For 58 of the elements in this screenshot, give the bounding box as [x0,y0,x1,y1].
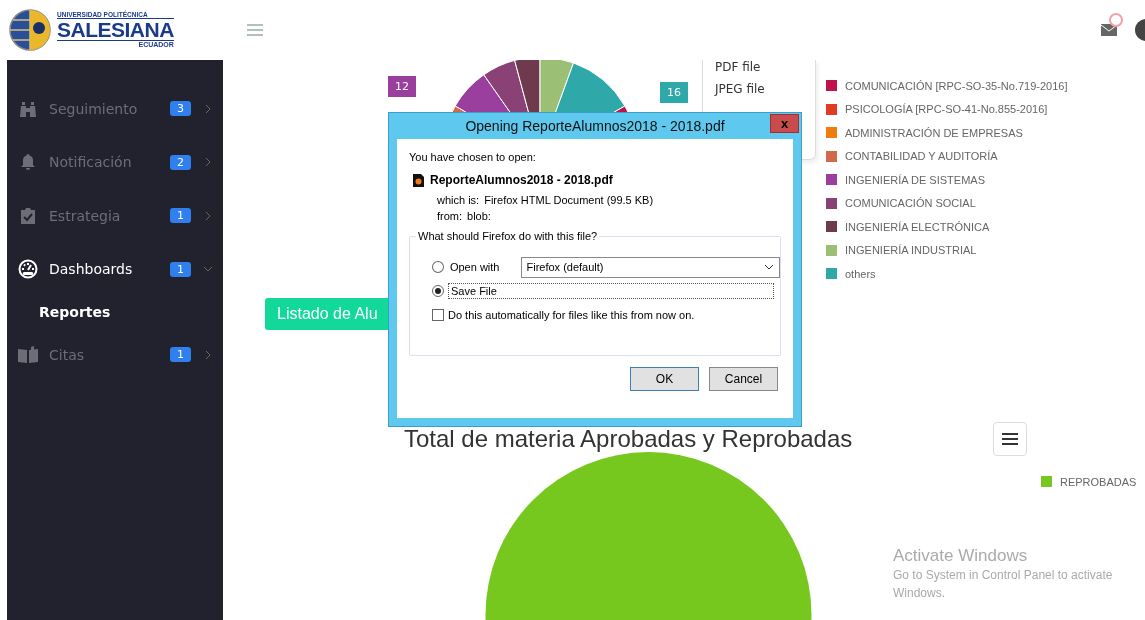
option-label[interactable]: Open with [447,260,502,274]
legend-item[interactable]: INGENIERÍA INDUSTRIAL [826,238,1068,262]
legend-item[interactable]: COMUNICACIÓN [RPC-SO-35-No.719-2016] [826,74,1068,98]
count-badge: 2 [170,154,191,170]
sidebar-item[interactable]: Dashboards 1 [7,242,223,296]
legend-item[interactable]: CONTABILIDAD Y AUDITORÍA [826,144,1068,168]
sidebar-item[interactable]: Citas 1 [7,328,223,382]
file-icon [413,173,424,187]
notice-title: Activate Windows [893,546,1029,566]
legend-item[interactable]: ADMINISTRACIÓN DE EMPRESAS [826,121,1068,145]
app-dropdown[interactable]: Firefox (default) [521,256,780,278]
radio-button[interactable] [432,285,444,297]
field-label: which is: [437,194,480,206]
menu-item[interactable]: JPEG file [715,82,815,96]
dialog-title: Opening ReporteAlumnos2018 - 2018.pdf [465,118,725,134]
option-label[interactable]: Save File [448,283,774,299]
count-badge: 3 [170,101,191,117]
sidebar-subitem[interactable]: Reportes [7,296,223,328]
legend-item[interactable]: INGENIERÍA ELECTRÓNICA [826,215,1068,239]
menu-item[interactable]: PDF file [715,60,815,74]
dialog-button[interactable]: OK [630,367,699,391]
count-badge: 1 [170,261,191,277]
bell-icon [19,153,37,172]
menu-icon [1002,433,1018,445]
legend-item[interactable]: PSICOLOGÍA [RPC-SO-41-No.855-2016] [826,97,1068,121]
count-badge: 1 [170,347,191,363]
checkbox[interactable] [432,309,444,321]
group-label: What should Firefox do with this file? [416,230,600,242]
sidebar-item[interactable]: Seguimiento 3 [7,82,223,136]
gauge-icon [18,259,38,280]
legend-item[interactable]: COMUNICACIÓN SOCIAL [826,191,1068,215]
file-name: ReporteAlumnos2018 - 2018.pdf [430,173,613,187]
clipboard-check-icon [19,206,37,225]
chart-title: Total de materia Aprobadas y Reprobadas [404,425,853,453]
binoculars-icon [19,99,37,118]
field-value: Firefox HTML Document (99.5 KB) [484,194,654,206]
legend-item[interactable]: INGENIERÍA DE SISTEMAS [826,168,1068,192]
count-badge: 1 [170,208,191,224]
data-label: 16 [660,82,688,103]
mail-icon[interactable] [1101,21,1117,36]
legend-item[interactable]: others [826,262,1068,286]
sidebar-item[interactable]: Estrategia 1 [7,189,223,243]
dialog-text: You have chosen to open: [409,151,537,163]
chart-menu-button[interactable] [993,422,1027,456]
sidebar-item[interactable]: Notificación 2 [7,135,223,189]
logo-text: SALESIANA [57,19,174,41]
caret-icon [765,264,773,270]
notice-text: Go to System in Control Panel to activate Windows. [893,567,1113,602]
close-button[interactable]: x [770,114,799,133]
field-value: blob: [467,210,491,222]
dialog-button[interactable]: Cancel [709,367,778,391]
field-label: from: [437,210,463,222]
logo-globe-icon [9,9,51,51]
checkbox-label[interactable]: Do this automatically for files like this from now on. [448,309,695,321]
radio-button[interactable] [432,261,444,273]
legend-item[interactable]: REPROBADAS [1041,470,1137,494]
data-label: 12 [388,76,416,97]
book-icon [17,345,39,364]
